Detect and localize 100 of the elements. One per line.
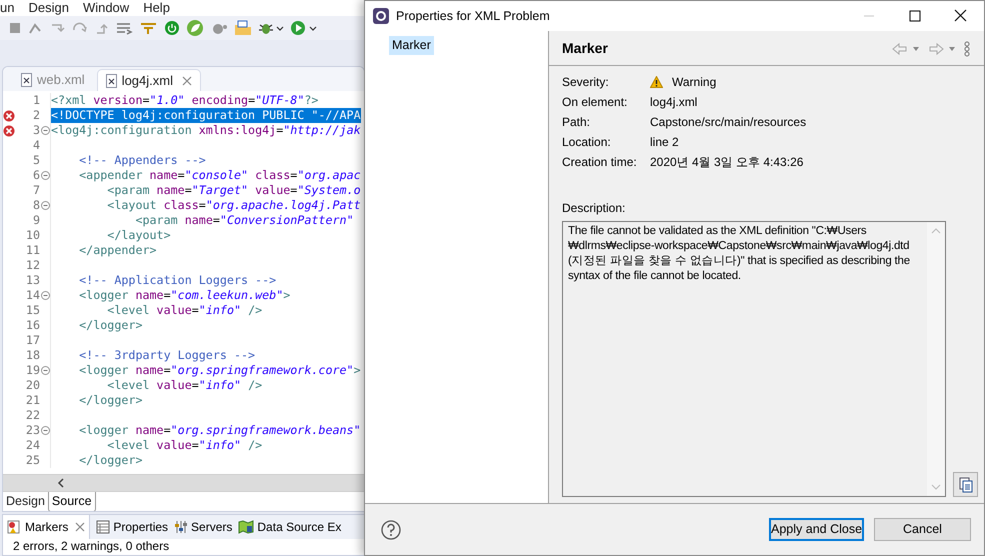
folder-icon[interactable] bbox=[234, 19, 252, 37]
view-tab[interactable]: Markers bbox=[3, 515, 90, 539]
code-line: <logger name="org.springframework.beans" bbox=[78, 423, 361, 438]
warning-icon bbox=[650, 76, 663, 88]
property-label: Path: bbox=[562, 114, 592, 132]
line-number: 25 bbox=[26, 453, 40, 468]
code-line: <logger name="org.springframework.core"> bbox=[78, 363, 361, 378]
menu-item[interactable]: Design bbox=[28, 0, 69, 18]
xml-file-icon bbox=[106, 74, 117, 88]
line-number: 15 bbox=[26, 303, 40, 318]
list-icon[interactable] bbox=[116, 21, 134, 35]
collapse-icon[interactable] bbox=[41, 291, 50, 300]
line-number: 8 bbox=[32, 198, 40, 213]
cancel-button[interactable]: Cancel bbox=[874, 518, 971, 542]
property-label: Severity: bbox=[562, 74, 610, 92]
view-tab[interactable]: Data Source Ex bbox=[238, 515, 342, 539]
code-line: <param name="ConversionPattern" bbox=[134, 213, 354, 228]
stop-icon[interactable] bbox=[8, 21, 22, 35]
line-number: 17 bbox=[26, 333, 40, 348]
collapse-icon[interactable] bbox=[41, 171, 50, 180]
line-number: 24 bbox=[26, 438, 40, 453]
code-line: <?xml version="1.0" encoding="UTF-8"?> bbox=[51, 93, 318, 108]
collapse-icon[interactable] bbox=[41, 126, 50, 135]
line-number: 5 bbox=[32, 153, 40, 168]
code-line: <log4j:configuration xmlns:log4j="http://jak bbox=[51, 123, 361, 138]
code-line: <param name="Target" value="System.o bbox=[106, 183, 361, 198]
line-number: 9 bbox=[32, 213, 40, 228]
code-line: <!-- Application Loggers --> bbox=[78, 273, 276, 288]
leaf-icon[interactable] bbox=[186, 19, 204, 37]
run-icon[interactable] bbox=[290, 20, 318, 36]
line-number: 12 bbox=[26, 258, 40, 273]
back-icon[interactable] bbox=[891, 42, 921, 56]
markers-summary: 2 errors, 2 warnings, 0 others bbox=[12, 539, 170, 554]
line-number: 1 bbox=[32, 93, 40, 108]
code-line: </logger> bbox=[78, 393, 142, 408]
help-icon[interactable] bbox=[381, 520, 401, 540]
code-line: <!-- Appenders --> bbox=[78, 153, 206, 168]
power-icon[interactable] bbox=[164, 20, 180, 36]
line-number: 13 bbox=[26, 273, 40, 288]
code-line: <layout class="org.apache.log4j.Patt bbox=[106, 198, 361, 213]
description-text: The file cannot be validated as the XML definition "C:₩Users ₩dlrms₩eclipse-workspace₩Capstone₩src₩main₩java₩log4j.dtd (지정된 파일을 찾을 수 없습니다)" that is specified as describing the syntax of the file cannot be located. bbox=[568, 225, 910, 282]
line-number: 18 bbox=[26, 348, 40, 363]
property-value: 2020년 4월 3일 오후 4:43:26 bbox=[650, 154, 804, 172]
line-number: 3 bbox=[32, 123, 40, 138]
property-value: log4j.xml bbox=[650, 94, 698, 112]
nav-item[interactable]: Marker bbox=[389, 36, 434, 56]
markers-icon bbox=[7, 520, 21, 534]
line-number: 20 bbox=[26, 378, 40, 393]
line-number: 11 bbox=[26, 243, 40, 258]
code-line: <level value="info" /> bbox=[106, 378, 262, 393]
menu-item[interactable]: un bbox=[0, 0, 14, 18]
collapse-icon[interactable] bbox=[41, 201, 50, 210]
window-title: Properties for XML Problem bbox=[396, 8, 550, 25]
property-value: Warning bbox=[672, 74, 716, 92]
line-number: 22 bbox=[26, 408, 40, 423]
editor-mode-tab[interactable]: Design bbox=[3, 492, 48, 511]
copy-icon bbox=[958, 476, 972, 493]
servers-icon bbox=[174, 520, 188, 534]
table-icon bbox=[96, 520, 110, 534]
collapse-icon[interactable] bbox=[41, 426, 50, 435]
copy-button[interactable] bbox=[953, 472, 978, 498]
line-number: 16 bbox=[26, 318, 40, 333]
line-number: 21 bbox=[26, 393, 40, 408]
app-icon bbox=[373, 8, 389, 24]
line-number: 6 bbox=[32, 168, 40, 183]
line-number: 10 bbox=[26, 228, 40, 243]
more-icon[interactable] bbox=[963, 40, 971, 57]
line-number: 2 bbox=[32, 108, 40, 123]
view-tab[interactable]: Servers bbox=[174, 515, 232, 539]
code-line: </appender> bbox=[78, 243, 157, 258]
view-tab[interactable]: Properties bbox=[96, 515, 168, 539]
editor-mode-tab[interactable]: Source bbox=[48, 492, 96, 511]
code-line: <!-- 3rdparty Loggers --> bbox=[78, 348, 256, 363]
code-line: </logger> bbox=[78, 453, 142, 468]
step-over-icon[interactable] bbox=[72, 21, 88, 35]
description-label: Description: bbox=[562, 200, 626, 218]
code-line: </logger> bbox=[78, 318, 142, 333]
xml-file-icon bbox=[21, 73, 32, 87]
code-line: </layout> bbox=[106, 228, 171, 243]
property-label: Creation time: bbox=[562, 154, 638, 172]
code-line: <logger name="com.leekun.web"> bbox=[78, 288, 290, 303]
line-number: 19 bbox=[26, 363, 40, 378]
menu-item[interactable]: Window bbox=[82, 0, 130, 18]
step-return-icon[interactable] bbox=[94, 21, 110, 35]
page-title: Marker bbox=[562, 39, 608, 58]
property-value: line 2 bbox=[650, 134, 679, 152]
line-number: 23 bbox=[26, 423, 40, 438]
line-number: 4 bbox=[32, 138, 40, 153]
collapse-icon[interactable] bbox=[41, 366, 50, 375]
editor-tab[interactable]: log4j.xml bbox=[96, 69, 201, 91]
property-label: On element: bbox=[562, 94, 628, 112]
line-number: 14 bbox=[26, 288, 40, 303]
apply-and-close-button[interactable]: Apply and Close bbox=[769, 518, 864, 542]
code-line: <level value="info" /> bbox=[106, 438, 262, 453]
line-number: 7 bbox=[32, 183, 40, 198]
menu-item[interactable]: Help bbox=[143, 0, 170, 18]
code-line: <appender name="console" class="org.apac bbox=[78, 168, 361, 183]
property-value: Capstone/src/main/resources bbox=[650, 114, 806, 132]
code-line: <level value="info" /> bbox=[106, 303, 262, 318]
property-label: Location: bbox=[562, 134, 612, 152]
